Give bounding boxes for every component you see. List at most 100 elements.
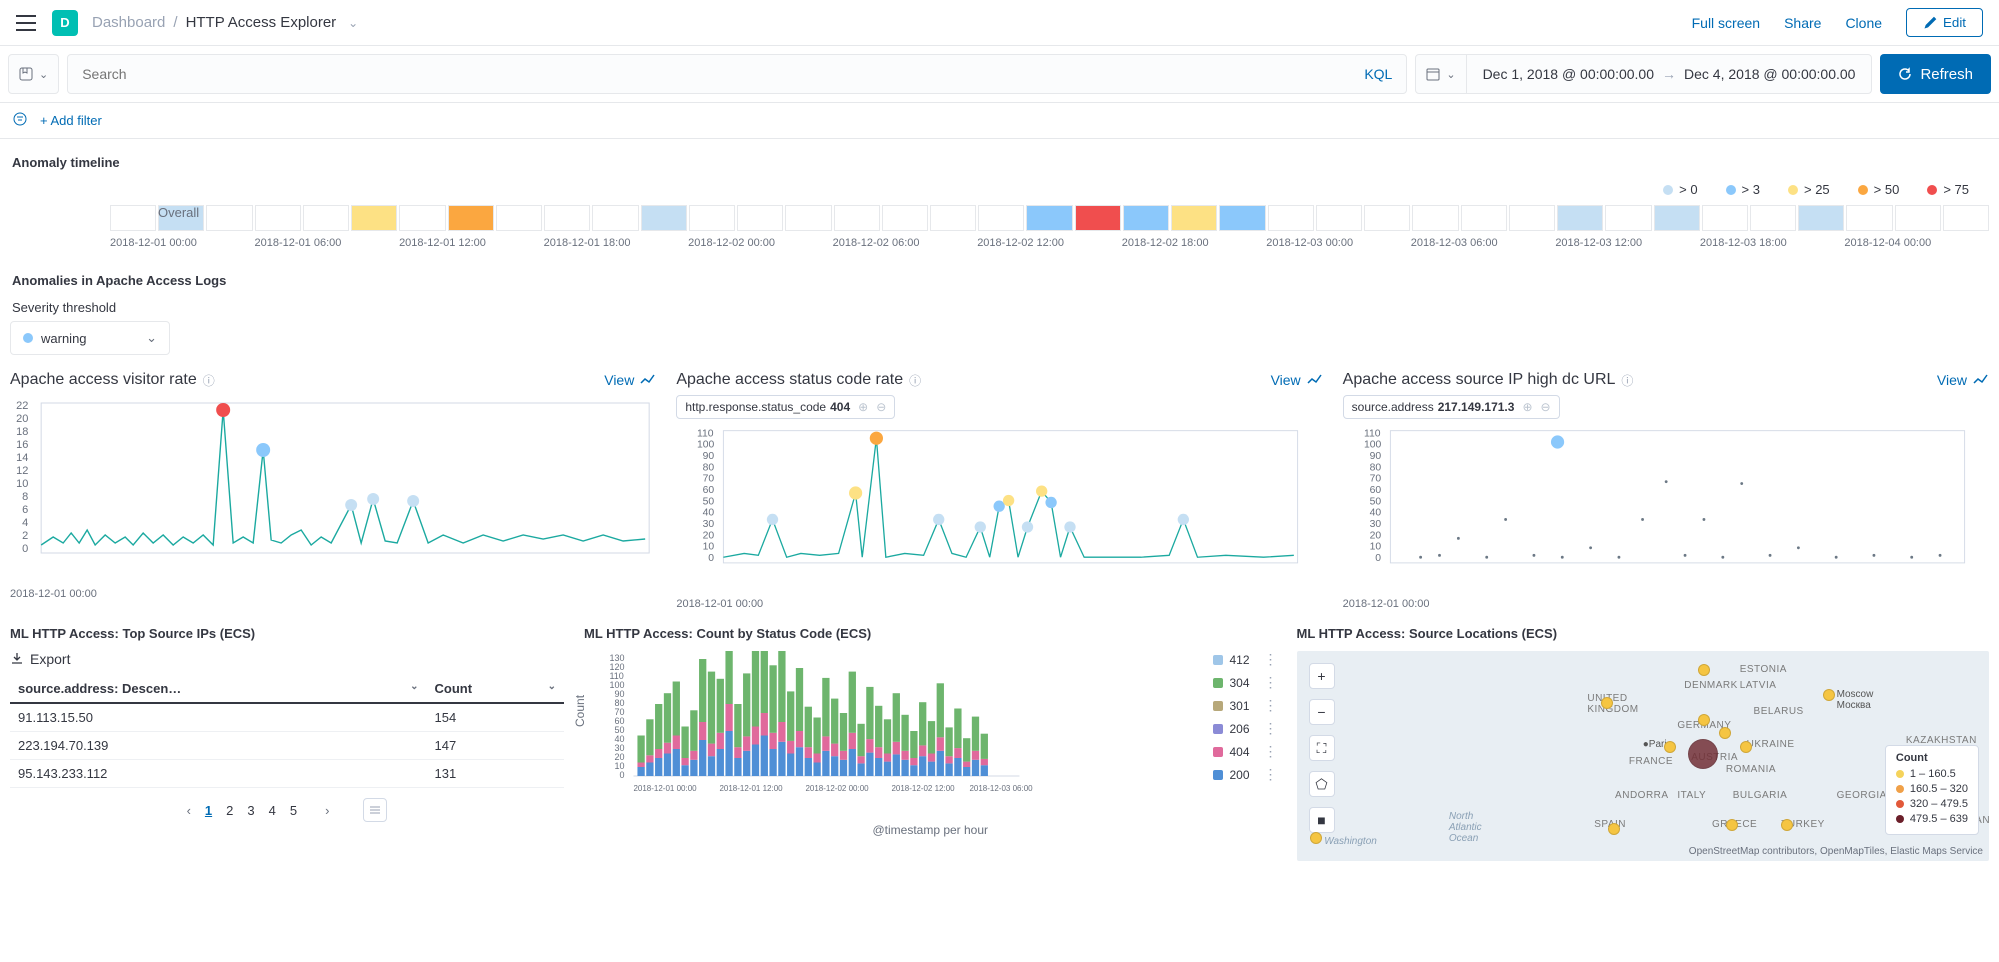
page-number[interactable]: 1	[205, 803, 212, 818]
draw-polygon-icon[interactable]: ⬠	[1309, 771, 1335, 797]
date-options-button[interactable]: ⌄	[1416, 55, 1466, 93]
source-address-filter-chip[interactable]: source.address 217.149.171.3 ⊕ ⊖	[1343, 395, 1560, 419]
timeline-cell[interactable]	[1316, 205, 1362, 231]
legend-item[interactable]: 200⋮	[1213, 766, 1276, 783]
timeline-cell[interactable]	[1171, 205, 1217, 231]
timeline-cell[interactable]	[1509, 205, 1555, 231]
status-code-filter-chip[interactable]: http.response.status_code 404 ⊕ ⊖	[676, 395, 895, 419]
timeline-cell[interactable]	[1798, 205, 1844, 231]
search-input[interactable]	[82, 66, 1364, 82]
zoom-out-icon[interactable]: ⊖	[876, 400, 886, 414]
view-link[interactable]: View	[1271, 372, 1323, 388]
timeline-cell[interactable]	[1943, 205, 1989, 231]
timeline-cell[interactable]	[544, 205, 590, 231]
search-box[interactable]: KQL	[67, 54, 1407, 94]
breadcrumb-root[interactable]: Dashboard	[92, 14, 165, 31]
timeline-cell[interactable]	[1895, 205, 1941, 231]
edit-button[interactable]: Edit	[1906, 8, 1983, 37]
page-number[interactable]: 5	[290, 803, 297, 818]
legend-item[interactable]: 304⋮	[1213, 674, 1276, 691]
zoom-in-button[interactable]: +	[1309, 663, 1335, 689]
page-number[interactable]: 2	[226, 803, 233, 818]
timeline-cell[interactable]	[110, 205, 156, 231]
status-code-chart[interactable]: 110100908070605040302010 0	[676, 425, 1322, 595]
table-row[interactable]: 223.194.70.139147	[10, 732, 564, 760]
zoom-out-button[interactable]: −	[1309, 699, 1335, 725]
info-icon[interactable]: ⓘ	[203, 372, 215, 389]
map-marker[interactable]	[1823, 689, 1835, 701]
timeline-cell[interactable]	[1075, 205, 1121, 231]
legend-item[interactable]: 412⋮	[1213, 651, 1276, 668]
timeline-cell[interactable]	[1364, 205, 1410, 231]
map-marker[interactable]	[1664, 741, 1676, 753]
info-icon[interactable]: ⓘ	[1621, 372, 1633, 389]
timeline-cell[interactable]	[1412, 205, 1458, 231]
refresh-button[interactable]: Refresh	[1880, 54, 1991, 94]
timeline-cell[interactable]	[255, 205, 301, 231]
zoom-in-icon[interactable]: ⊕	[1522, 400, 1532, 414]
timeline-cell[interactable]	[689, 205, 735, 231]
timeline-cell[interactable]	[1026, 205, 1072, 231]
chevron-down-icon[interactable]: ⌄	[348, 16, 358, 30]
timeline-cell[interactable]	[1268, 205, 1314, 231]
timeline-cell[interactable]	[1605, 205, 1651, 231]
map-marker[interactable]	[1608, 823, 1620, 835]
timeline-swimlane[interactable]	[110, 205, 1989, 231]
date-range[interactable]: Dec 1, 2018 @ 00:00:00.00 → Dec 4, 2018 …	[1467, 66, 1872, 82]
timeline-cell[interactable]	[206, 205, 252, 231]
filter-menu-icon[interactable]	[12, 111, 28, 130]
map-marker-high[interactable]	[1688, 739, 1718, 769]
share-link[interactable]: Share	[1784, 15, 1821, 31]
app-logo[interactable]: D	[52, 10, 78, 36]
search-options-button[interactable]: ⌄	[8, 54, 59, 94]
visitor-rate-chart[interactable]: 2220181614121086420	[10, 395, 656, 585]
timeline-cell[interactable]	[1750, 205, 1796, 231]
timeline-cell[interactable]	[351, 205, 397, 231]
timeline-cell[interactable]	[641, 205, 687, 231]
draw-rect-icon[interactable]: ■	[1309, 807, 1335, 833]
breadcrumb-current[interactable]: HTTP Access Explorer	[186, 14, 337, 31]
page-number[interactable]: 4	[269, 803, 276, 818]
timeline-cell[interactable]	[882, 205, 928, 231]
add-filter-link[interactable]: + Add filter	[40, 113, 102, 128]
timeline-cell[interactable]	[303, 205, 349, 231]
next-page-button[interactable]: ›	[325, 803, 329, 818]
info-icon[interactable]: ⓘ	[909, 372, 921, 389]
export-button[interactable]: Export	[10, 651, 70, 667]
table-row[interactable]: 91.113.15.50154	[10, 703, 564, 732]
timeline-cell[interactable]	[1123, 205, 1169, 231]
menu-toggle-icon[interactable]	[16, 15, 36, 31]
timeline-cell[interactable]	[592, 205, 638, 231]
timeline-cell[interactable]	[1461, 205, 1507, 231]
severity-threshold-select[interactable]: warning ⌄	[10, 321, 170, 355]
timeline-cell[interactable]	[1219, 205, 1265, 231]
timeline-cell[interactable]	[1846, 205, 1892, 231]
map[interactable]: + − ⛶ ⬠ ■ UNITEDKINGDOM DENMARK ESTONIA …	[1297, 651, 1990, 861]
kql-toggle[interactable]: KQL	[1364, 66, 1392, 82]
view-link[interactable]: View	[1937, 372, 1989, 388]
table-row[interactable]: 95.143.233.112131	[10, 760, 564, 788]
timeline-cell[interactable]	[1702, 205, 1748, 231]
zoom-out-icon[interactable]: ⊖	[1541, 400, 1551, 414]
prev-page-button[interactable]: ‹	[187, 803, 191, 818]
status-code-bar-chart[interactable]: Count 1301201101009080706050403020100 20…	[584, 651, 1277, 821]
map-marker[interactable]	[1719, 727, 1731, 739]
full-screen-link[interactable]: Full screen	[1692, 15, 1760, 31]
timeline-cell[interactable]	[1557, 205, 1603, 231]
legend-item[interactable]: 206⋮	[1213, 720, 1276, 737]
timeline-cell[interactable]	[737, 205, 783, 231]
timeline-cell[interactable]	[978, 205, 1024, 231]
map-marker[interactable]	[1698, 664, 1710, 676]
map-marker[interactable]	[1726, 819, 1738, 831]
timeline-cell[interactable]	[399, 205, 445, 231]
timeline-cell[interactable]	[834, 205, 880, 231]
map-marker[interactable]	[1310, 832, 1322, 844]
timeline-cell[interactable]	[785, 205, 831, 231]
col-source-address[interactable]: source.address: Descen…⌄	[10, 675, 427, 703]
view-link[interactable]: View	[604, 372, 656, 388]
table-options-button[interactable]	[363, 798, 387, 822]
legend-item[interactable]: 301⋮	[1213, 697, 1276, 714]
map-marker[interactable]	[1740, 741, 1752, 753]
page-number[interactable]: 3	[247, 803, 254, 818]
timeline-cell[interactable]	[448, 205, 494, 231]
